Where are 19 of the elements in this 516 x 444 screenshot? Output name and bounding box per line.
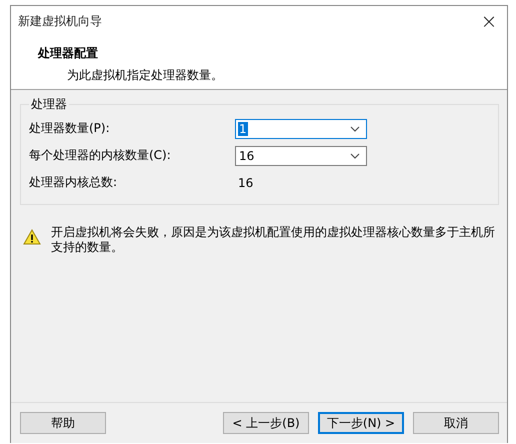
field-label: 处理器内核总数: xyxy=(29,174,118,191)
page-heading: 处理器配置 xyxy=(38,45,99,62)
wizard-button[interactable]: < 上一步(B) xyxy=(223,412,309,434)
field-label: 每个处理器的内核数量(C): xyxy=(29,147,172,164)
value-text: 16 xyxy=(237,176,254,190)
group-title: 处理器 xyxy=(30,96,68,113)
dropdown[interactable]: 16 xyxy=(235,146,367,166)
help-button[interactable]: 帮助 xyxy=(20,412,106,434)
dropdown[interactable]: 1 xyxy=(235,118,367,138)
warning-icon xyxy=(23,229,41,245)
wizard-button[interactable]: 取消 xyxy=(413,412,499,434)
close-button[interactable]: × xyxy=(471,6,507,36)
warning-message: 开启虚拟机将会失败，原因是为该虚拟机配置使用的虚拟处理器核心数量多于主机所支持的数量。 xyxy=(51,225,496,255)
window-title: 新建虚拟机向导 xyxy=(18,12,102,30)
page-description: 为此虚拟机指定处理器数量。 xyxy=(66,67,224,84)
chevron-down-icon xyxy=(350,126,360,132)
chevron-down-icon xyxy=(350,152,360,158)
field-label: 处理器数量(P): xyxy=(29,120,111,137)
wizard-button[interactable]: 下一步(N) > xyxy=(318,412,404,434)
